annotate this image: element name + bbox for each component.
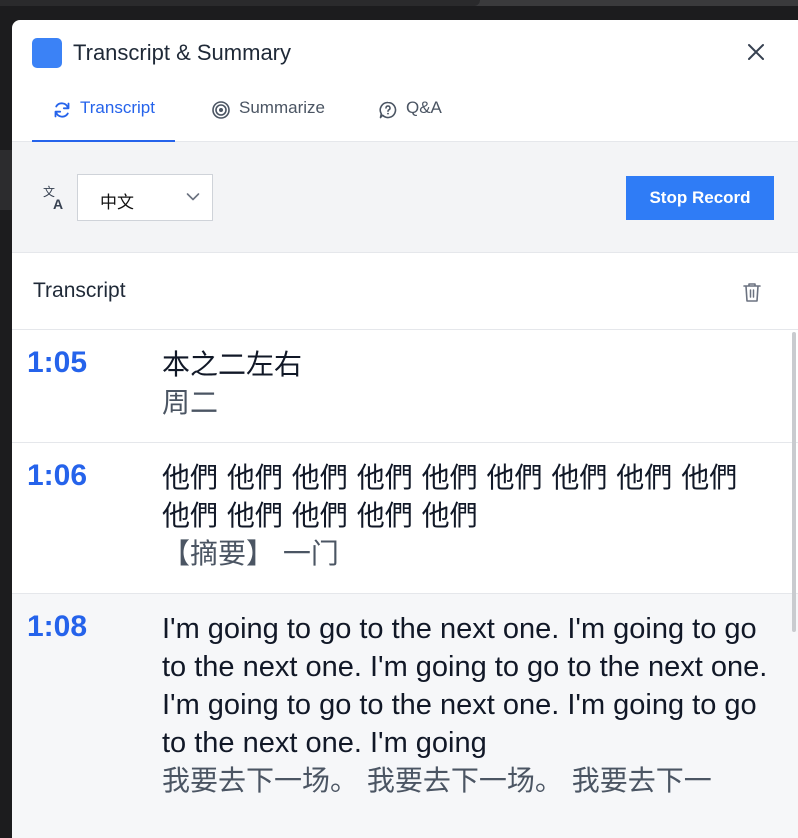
app-logo <box>32 38 62 68</box>
tab-qa[interactable]: Q&A <box>378 98 442 141</box>
panel-header: Transcript & Summary <box>12 20 798 86</box>
refresh-icon <box>54 102 70 118</box>
entry-timestamp[interactable]: 1:05 <box>27 346 87 380</box>
transcript-section-header: Transcript <box>12 253 798 330</box>
svg-text:A: A <box>53 196 63 212</box>
background-window-edge <box>0 0 798 6</box>
entry-text: 本之二左右 <box>162 348 303 381</box>
language-value: 中文 <box>100 193 134 213</box>
translate-icon: 文 A <box>43 184 63 212</box>
toolbar: 文 A 中文 Stop Record <box>12 142 798 253</box>
tab-label: Transcript <box>80 98 155 117</box>
background-strip <box>0 150 12 210</box>
entry-text: 他們 他們 他們 他們 他們 他們 他們 他們 他們 他們 他們 他們 他們 他… <box>162 461 738 532</box>
language-select[interactable]: 中文 <box>77 174 213 221</box>
section-title: Transcript <box>33 279 126 302</box>
scrollbar[interactable] <box>792 332 796 632</box>
transcript-entry: 1:06 他們 他們 他們 他們 他們 他們 他們 他們 他們 他們 他們 他們… <box>12 443 798 594</box>
tab-summarize[interactable]: Summarize <box>211 98 325 141</box>
chat-question-icon <box>379 101 397 119</box>
entry-timestamp[interactable]: 1:06 <box>27 459 87 493</box>
chevron-down-icon <box>186 193 200 201</box>
target-icon <box>212 101 230 119</box>
entry-translation: 【摘要】 一门 <box>162 537 339 570</box>
close-icon[interactable] <box>744 40 768 64</box>
stop-record-button[interactable]: Stop Record <box>626 176 774 220</box>
transcript-entry: 1:08 I'm going to go to the next one. I'… <box>12 594 798 838</box>
transcript-panel: Transcript & Summary Transcript Summariz… <box>12 20 798 838</box>
entry-text: I'm going to go to the next one. I'm goi… <box>162 613 768 759</box>
transcript-entry: 1:05 本之二左右 周二 <box>12 330 798 443</box>
entry-translation: 我要去下一场。 我要去下一场。 我要去下一 <box>162 764 712 797</box>
tab-bar: Transcript Summarize Q&A <box>12 86 798 142</box>
entry-translation: 周二 <box>162 386 219 419</box>
tab-label: Q&A <box>406 98 442 117</box>
entry-timestamp[interactable]: 1:08 <box>27 610 87 644</box>
panel-title: Transcript & Summary <box>73 40 292 65</box>
tab-label: Summarize <box>239 98 325 117</box>
trash-icon[interactable] <box>742 281 762 303</box>
transcript-list: 1:05 本之二左右 周二 1:06 他們 他們 他們 他們 他們 他們 他們 … <box>12 330 798 838</box>
tab-transcript[interactable]: Transcript <box>32 98 175 142</box>
